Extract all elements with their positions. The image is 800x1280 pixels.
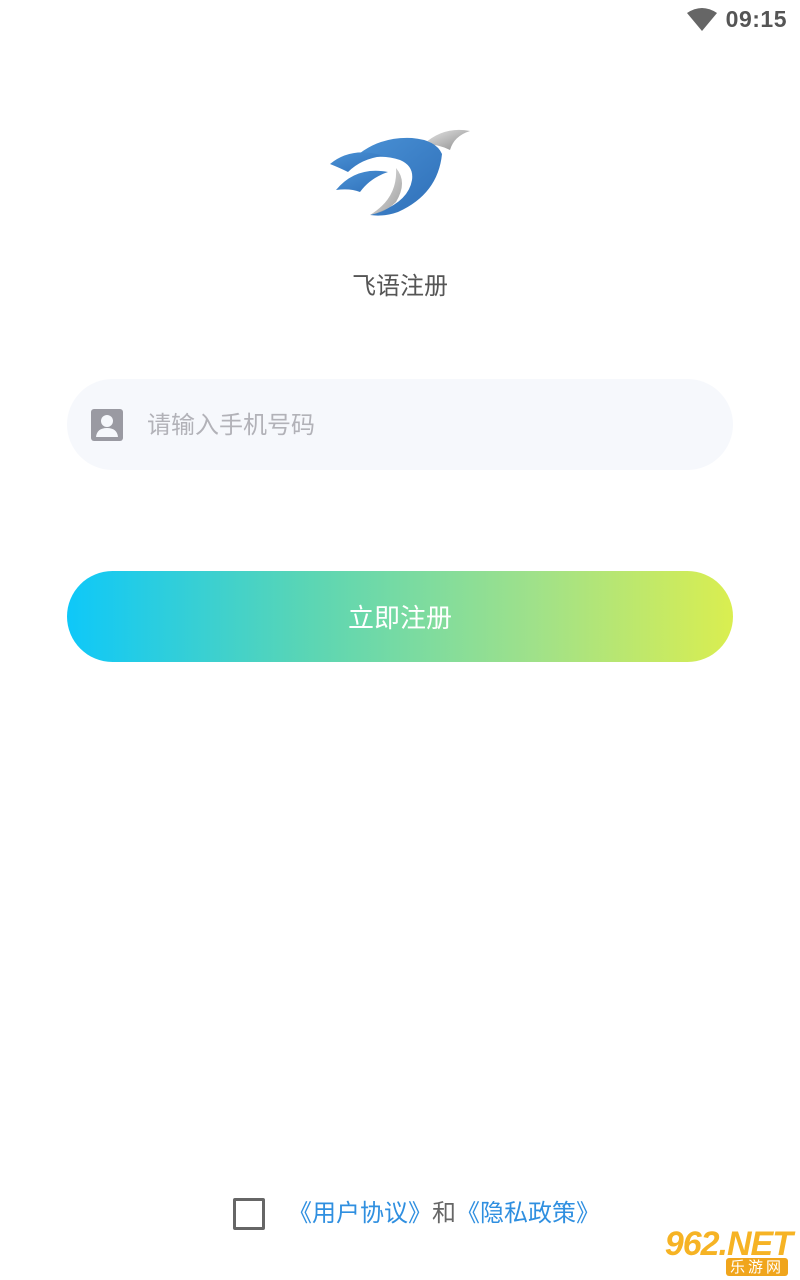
- watermark-sub-text: 乐游网: [725, 1258, 788, 1276]
- agreement-conjunction: 和: [432, 1199, 456, 1227]
- watermark-logo: 962.NET 乐游网: [658, 1226, 794, 1276]
- watermark-main-text: 962.NET: [664, 1225, 793, 1263]
- status-bar: 09:15: [0, 0, 800, 42]
- bird-logo-icon: [330, 129, 470, 216]
- privacy-policy-link[interactable]: 《隐私政策》: [456, 1199, 600, 1227]
- phone-input[interactable]: [147, 379, 687, 470]
- agreement-text: 《用户协议》和《隐私政策》: [288, 1196, 600, 1230]
- register-button[interactable]: 立即注册: [67, 571, 733, 662]
- page-title: 飞语注册: [352, 272, 448, 300]
- status-time: 09:15: [725, 6, 787, 32]
- person-icon: [91, 409, 123, 441]
- agreement-checkbox[interactable]: [233, 1198, 265, 1230]
- register-button-label: 立即注册: [347, 604, 452, 634]
- user-agreement-link[interactable]: 《用户协议》: [288, 1199, 432, 1227]
- wifi-icon: [687, 8, 717, 31]
- phone-field: [67, 379, 733, 470]
